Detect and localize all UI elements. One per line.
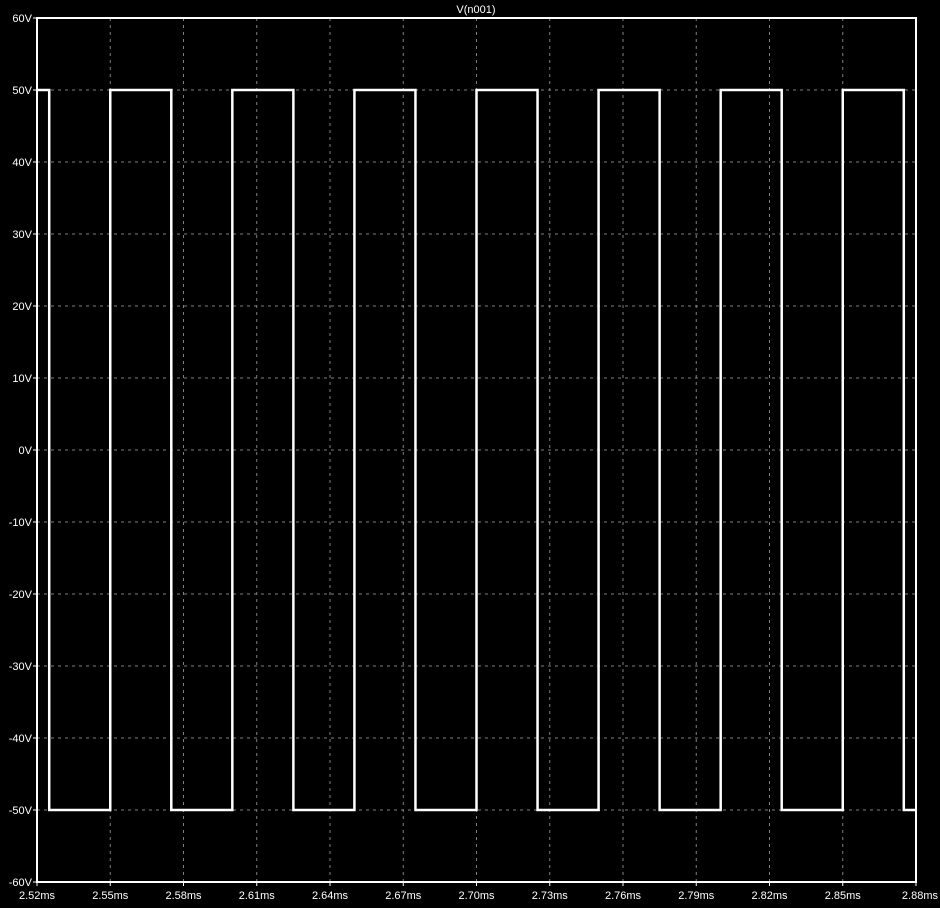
waveform-plot: 60V 50V 40V 30V 20V 10V 0V -10V -20V -30V -40V -50V… bbox=[0, 0, 940, 908]
y-tick-label: -10V bbox=[9, 517, 33, 529]
x-tick-label: 2.58ms bbox=[165, 890, 202, 902]
x-tick-label: 2.79ms bbox=[678, 890, 715, 902]
y-tick-label: 0V bbox=[19, 445, 33, 457]
y-tick-label: -20V bbox=[9, 589, 33, 601]
y-tick-label: -50V bbox=[9, 805, 33, 817]
x-tick-label: 2.70ms bbox=[458, 890, 495, 902]
y-tick-label: -30V bbox=[9, 661, 33, 673]
y-tick-label: 10V bbox=[12, 373, 32, 385]
trace-title[interactable]: V(n001) bbox=[456, 4, 495, 16]
x-tick-label: 2.67ms bbox=[385, 890, 422, 902]
x-tick-label: 2.55ms bbox=[92, 890, 129, 902]
x-tick-label: 2.64ms bbox=[312, 890, 349, 902]
y-tick-label: 50V bbox=[12, 85, 32, 97]
y-tick-label: -60V bbox=[9, 877, 33, 889]
x-tick-label: 2.76ms bbox=[605, 890, 642, 902]
x-tick-label: 2.61ms bbox=[239, 890, 276, 902]
x-tick-label: 2.88ms bbox=[902, 890, 939, 902]
x-tick-label: 2.85ms bbox=[825, 890, 862, 902]
y-tick-label: 40V bbox=[12, 157, 32, 169]
x-tick-label: 2.82ms bbox=[751, 890, 788, 902]
plot-background bbox=[0, 0, 940, 908]
x-tick-label: 2.52ms bbox=[19, 890, 56, 902]
y-tick-label: 20V bbox=[12, 301, 32, 313]
x-tick-label: 2.73ms bbox=[532, 890, 569, 902]
y-tick-label: -40V bbox=[9, 733, 33, 745]
y-tick-label: 30V bbox=[12, 229, 32, 241]
y-tick-label: 60V bbox=[12, 13, 32, 25]
